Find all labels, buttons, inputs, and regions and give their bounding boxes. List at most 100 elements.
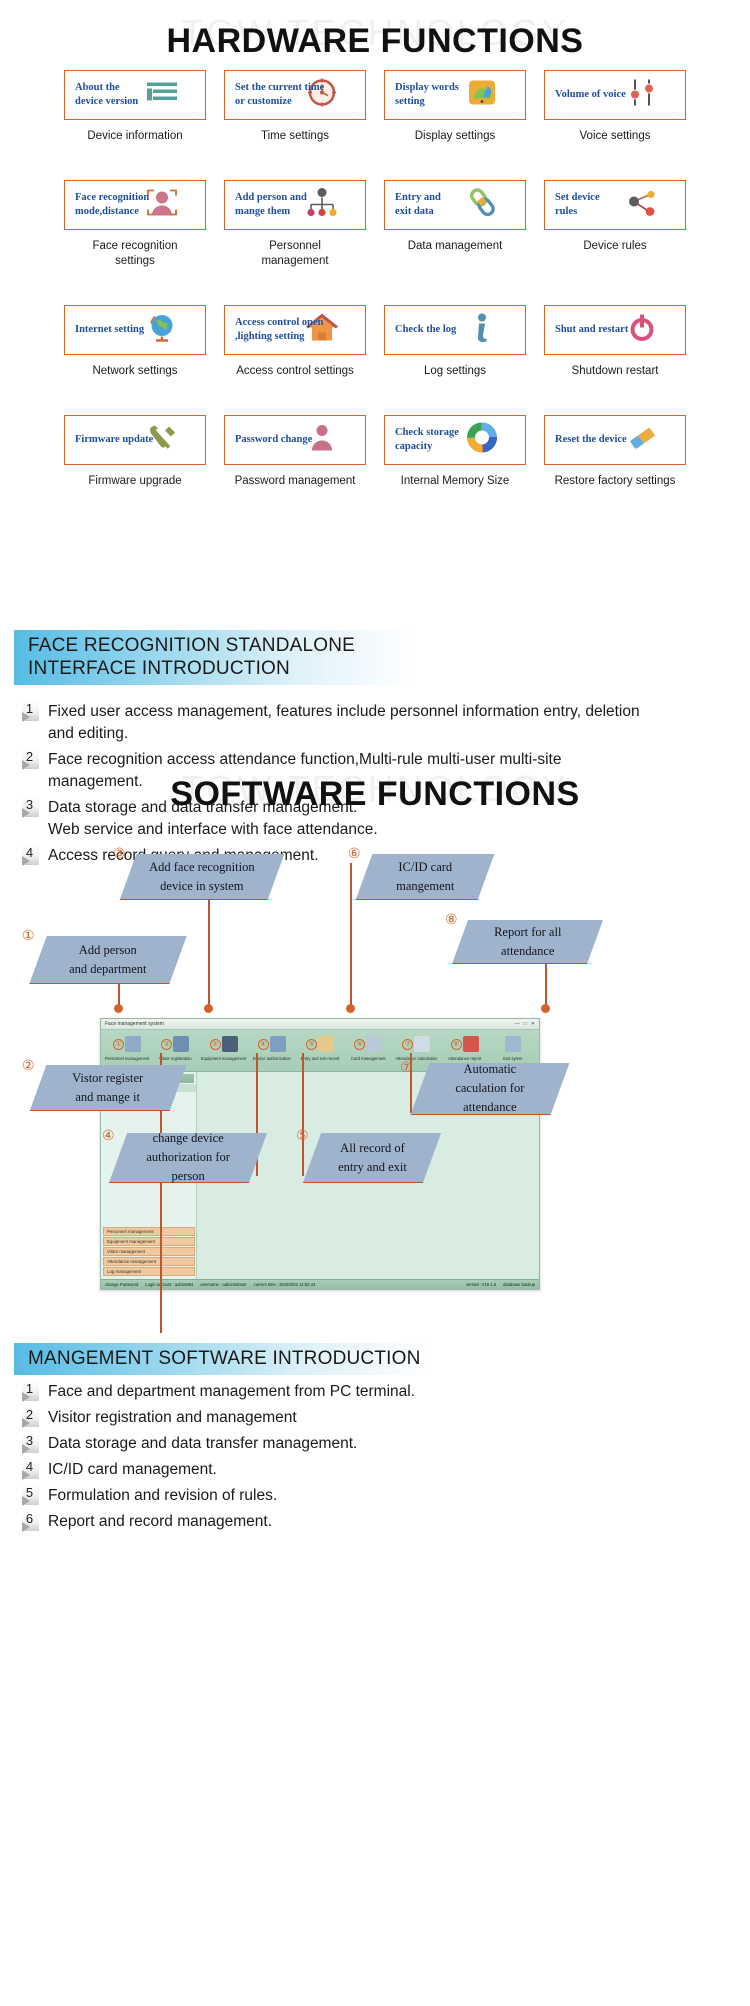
nodes-icon (625, 187, 659, 222)
toolbar-item[interactable]: ⑥ Card management (344, 1033, 392, 1061)
status-username: username : administrator (200, 1282, 247, 1287)
face-heading-line1: FACE RECOGNITION STANDALONE (28, 635, 356, 656)
status-database-backup[interactable]: database backup (503, 1282, 535, 1287)
leader-5-vertical (302, 1053, 304, 1176)
hardware-box[interactable]: Set device rules (544, 179, 686, 230)
hardware-caption: Access control settings (236, 364, 354, 377)
sidebar-bottom-item[interactable]: Equipment management (103, 1237, 195, 1246)
hardware-box-label: About the device version (75, 81, 139, 107)
hardware-box[interactable]: Password change (224, 414, 366, 465)
sidebar-bottom-item[interactable]: Vistor management (103, 1247, 195, 1256)
hardware-box-label: Firmware update (75, 433, 154, 445)
hardware-box[interactable]: Display words setting (384, 70, 526, 120)
hardware-box[interactable]: Access control open ,lighting setting (224, 304, 366, 355)
sidebar-bottom-list[interactable]: Personnel management Equipment management… (101, 1227, 197, 1277)
hardware-box[interactable]: Volume of voice (544, 70, 686, 120)
list-item-text: Report and record management. (48, 1513, 273, 1530)
hardware-row: Internet setting Network settings Access c… (55, 304, 695, 379)
window-controls[interactable]: — □ ✕ (515, 1021, 535, 1027)
toolbar-item-label: Device authorization (252, 1056, 291, 1061)
hardware-box-label: Internet setting (75, 323, 145, 335)
org-chart-icon (305, 187, 339, 222)
hardware-box[interactable]: Shut and restart (544, 304, 686, 355)
callout-2-text: Vistor register and mange it (72, 1070, 144, 1104)
callout-number-7: ⑦ (400, 1061, 413, 1076)
toolbar-item[interactable]: Exit sytem (489, 1033, 537, 1061)
hardware-row: Face recognition mode,distance Face recogn… (55, 179, 695, 269)
hardware-box[interactable]: Entry and exit data (384, 179, 526, 230)
callout-2: Vistor register and mange it (29, 1065, 187, 1111)
hardware-cell: Set device rules Device rules (535, 179, 695, 269)
maximize-icon[interactable]: □ (524, 1021, 527, 1027)
hardware-box[interactable]: Add person and mange them (224, 179, 366, 230)
auth-person-icon (269, 1036, 286, 1052)
globe-icon (145, 312, 179, 347)
hardware-box-label: Add person and mange them (235, 191, 307, 217)
hardware-box-label: Volume of voice (555, 88, 626, 100)
sidebar-bottom-item[interactable]: Log management (103, 1267, 195, 1276)
list-item-text: Formulation and revision of rules. (48, 1487, 278, 1504)
list-item-text: Fixed user access management, features i… (48, 703, 640, 743)
toolbar-step-number: ② (161, 1038, 173, 1050)
list-item: 2 Visitor registration and management (20, 1406, 640, 1430)
app-status-bar: change Password Login account : admin884… (101, 1279, 539, 1289)
hardware-cell: Entry and exit data Data management (375, 179, 535, 269)
hardware-box[interactable]: Check storage capacity (384, 414, 526, 465)
list-lines-icon (145, 78, 179, 113)
hardware-box[interactable]: Reset the device (544, 414, 686, 465)
status-change-password[interactable]: change Password (105, 1282, 138, 1287)
list-item: 1 Fixed user access management, features … (20, 700, 640, 746)
hardware-box[interactable]: Firmware update (64, 414, 206, 465)
callout-8: Report for all attendance (451, 920, 604, 964)
status-version: version :V19.1.6 (465, 1282, 497, 1287)
hardware-row: Firmware update Firmware upgrade Password … (55, 414, 695, 489)
info-icon (465, 312, 499, 347)
card-reader-icon (366, 1036, 383, 1052)
hardware-cell: About the device version Device informatio… (55, 70, 215, 144)
callout-5-text: All record of entry and exit (337, 1140, 407, 1174)
hardware-box[interactable]: Face recognition mode,distance (64, 179, 206, 230)
sidebar-bottom-item[interactable]: Attendance management (103, 1257, 195, 1266)
hardware-caption: Internal Memory Size (400, 474, 510, 487)
hardware-caption: Firmware upgrade (88, 474, 182, 487)
hardware-cell: Display words setting Display settings (375, 70, 535, 144)
minimize-icon[interactable]: — (515, 1021, 520, 1027)
toolbar-item[interactable]: ① Personnel management (103, 1033, 151, 1061)
callout-number-1: ① (22, 929, 35, 944)
hardware-box[interactable]: Check the log (384, 304, 526, 355)
toolbar-item[interactable]: ④ Device authorization (248, 1033, 296, 1061)
software-title: SOFTWARE FUNCTIONS (170, 775, 580, 813)
list-number: 1 (25, 701, 34, 716)
monitor-icon (465, 78, 499, 113)
toolbar-item-label: Equipment management (200, 1056, 247, 1061)
hardware-box-label: Display words setting (395, 81, 459, 107)
toolbar-item[interactable]: ② Vistor registration (151, 1033, 199, 1061)
toolbar-item[interactable]: ⑦ Attendance calculation (392, 1033, 440, 1061)
list-number-badge: 6 (20, 1510, 42, 1534)
status-login-account: Login account : admin884 (145, 1282, 194, 1287)
hardware-caption: Network settings (92, 364, 178, 377)
hardware-box[interactable]: Set the current time or customize (224, 70, 366, 120)
chain-link-icon (465, 187, 499, 222)
callout-number-4: ④ (102, 1129, 115, 1144)
exit-icon (504, 1036, 521, 1052)
toolbar-item[interactable]: ③ Equipment management (199, 1033, 247, 1061)
app-title-bar: Face management system — □ ✕ (101, 1019, 539, 1030)
list-number: 4 (25, 844, 34, 860)
list-item-text: IC/ID card management. (48, 1461, 217, 1478)
hardware-box[interactable]: About the device version (64, 70, 206, 120)
list-item: 5 Formulation and revision of rules. (20, 1484, 640, 1508)
sidebar-bottom-item[interactable]: Personnel management (103, 1227, 195, 1236)
callout-7: Automatic caculation for attendance (410, 1062, 570, 1115)
list-number: 6 (25, 1511, 34, 1526)
callout-number-3: ③ (113, 847, 126, 862)
hardware-box-label: Access control open ,lighting setting (235, 316, 324, 342)
hardware-box[interactable]: Internet setting (64, 304, 206, 355)
close-icon[interactable]: ✕ (531, 1021, 535, 1027)
list-number: 3 (25, 796, 34, 812)
toolbar-item[interactable]: ⑧ Attendance report (441, 1033, 489, 1061)
list-item-text: Visitor registration and management (48, 1409, 297, 1426)
hardware-box-label: Check storage capacity (395, 426, 459, 452)
list-number: 4 (25, 1459, 34, 1474)
callout-6: IC/ID card mangement (355, 854, 495, 900)
